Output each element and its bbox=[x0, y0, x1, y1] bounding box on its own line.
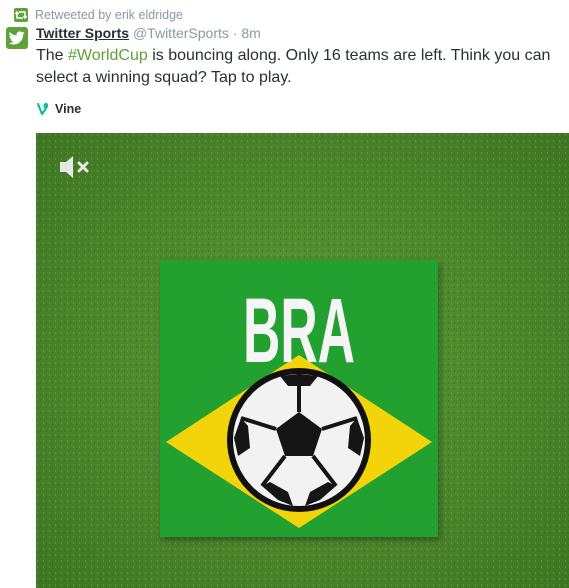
soccer-ball-icon bbox=[227, 368, 371, 512]
vine-video[interactable]: BRA bbox=[36, 133, 569, 588]
tweet-text: The #WorldCup is bouncing along. Only 16… bbox=[36, 45, 564, 89]
tweet-timestamp[interactable]: 8m bbox=[241, 25, 260, 41]
vine-logo-icon bbox=[37, 102, 49, 115]
author-handle[interactable]: @TwitterSports bbox=[133, 25, 229, 41]
brazil-flag-graphic: BRA bbox=[166, 280, 432, 528]
speaker-muted-icon bbox=[60, 156, 89, 178]
vine-source-label: Vine bbox=[55, 102, 82, 116]
retweeted-by-label[interactable]: Retweeted by erik eldridge bbox=[35, 8, 183, 22]
tweet-header: Twitter Sports @TwitterSports · 8m bbox=[36, 25, 261, 41]
brazil-flag-card: BRA bbox=[160, 260, 438, 537]
twitter-bird-icon bbox=[9, 31, 25, 45]
author-display-name[interactable]: Twitter Sports bbox=[36, 25, 129, 41]
tweet[interactable]: Retweeted by erik eldridge Twitter Sport… bbox=[0, 0, 569, 588]
avatar[interactable] bbox=[6, 27, 28, 49]
retweet-context: Retweeted by erik eldridge bbox=[14, 7, 183, 23]
mute-toggle-button[interactable] bbox=[58, 153, 94, 181]
team-code-label: BRA bbox=[243, 280, 355, 382]
tweet-text-start: The bbox=[36, 47, 69, 64]
hashtag-link[interactable]: #WorldCup bbox=[68, 47, 148, 64]
card-source[interactable]: Vine bbox=[37, 101, 81, 117]
retweet-icon bbox=[14, 8, 28, 22]
header-separator: · bbox=[232, 25, 238, 41]
